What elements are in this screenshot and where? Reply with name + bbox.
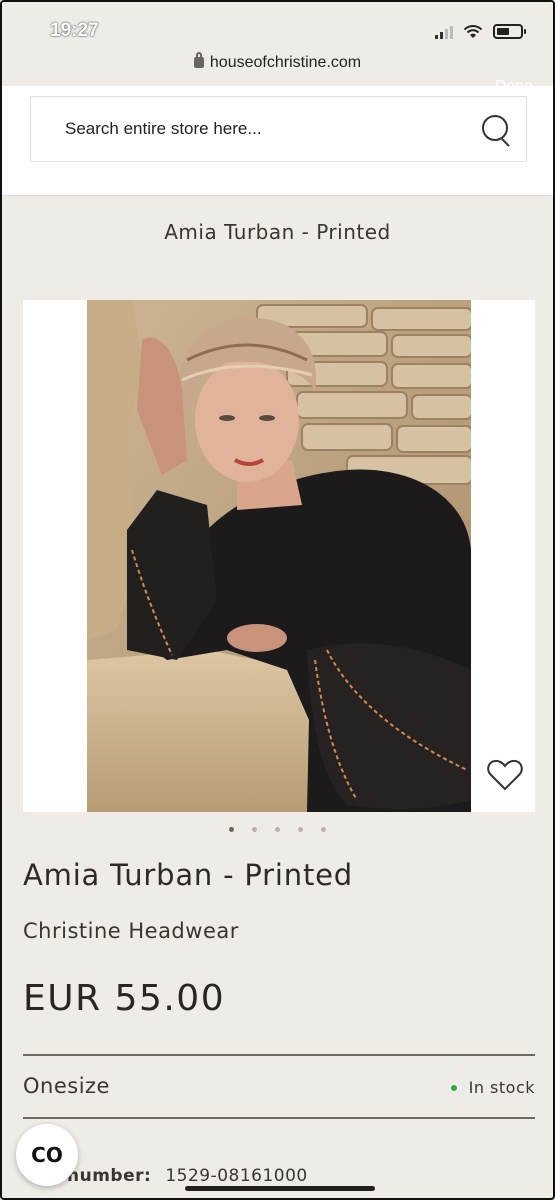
site-header: Search entire store here... bbox=[2, 86, 553, 196]
product-image[interactable] bbox=[87, 300, 471, 812]
status-icons bbox=[435, 24, 526, 39]
product-price: EUR 55.00 bbox=[23, 978, 226, 1019]
home-indicator bbox=[185, 1186, 375, 1191]
wifi-icon bbox=[463, 25, 483, 38]
address-bar[interactable]: houseofchristine.com bbox=[2, 52, 553, 72]
article-number-value: 1529-08161000 bbox=[165, 1166, 308, 1186]
gallery-dot[interactable] bbox=[252, 827, 257, 832]
size-row: Onesize In stock bbox=[23, 1072, 535, 1102]
gallery-dot[interactable] bbox=[298, 827, 303, 832]
heart-icon[interactable] bbox=[485, 755, 525, 795]
gallery-dot[interactable] bbox=[321, 827, 326, 832]
divider bbox=[23, 1117, 535, 1119]
gallery-dot[interactable] bbox=[229, 827, 234, 832]
product-title: Amia Turban - Printed bbox=[23, 858, 353, 892]
article-number-label: number: bbox=[67, 1166, 152, 1186]
search-input[interactable]: Search entire store here... bbox=[65, 119, 478, 139]
gallery-dot[interactable] bbox=[275, 827, 280, 832]
in-stock-dot-icon bbox=[450, 1084, 457, 1091]
search-icon[interactable] bbox=[478, 112, 512, 146]
product-brand[interactable]: Christine Headwear bbox=[23, 919, 239, 943]
status-time: 19:27 bbox=[50, 20, 99, 41]
battery-icon bbox=[493, 24, 526, 39]
cookie-consent-button[interactable]: CO bbox=[16, 1124, 78, 1186]
article-number-row: number: 1529-08161000 bbox=[67, 1166, 308, 1186]
lock-icon bbox=[193, 52, 204, 68]
cellular-signal-icon bbox=[435, 25, 453, 39]
url-text: houseofchristine.com bbox=[209, 54, 362, 71]
page-title: Amia Turban - Printed bbox=[164, 220, 391, 244]
stock-status: In stock bbox=[450, 1078, 535, 1097]
product-gallery[interactable] bbox=[23, 300, 535, 812]
status-bar: 19:27 houseofchristine.com bbox=[2, 2, 553, 86]
stock-label: In stock bbox=[468, 1078, 535, 1097]
divider bbox=[23, 1054, 535, 1056]
size-value: Onesize bbox=[23, 1074, 110, 1098]
phone-screen: 19:27 houseofchristine.com Done Search e… bbox=[0, 0, 555, 1200]
gallery-pagination bbox=[2, 827, 553, 832]
product-photo bbox=[87, 300, 471, 812]
search-box[interactable]: Search entire store here... bbox=[30, 96, 527, 162]
